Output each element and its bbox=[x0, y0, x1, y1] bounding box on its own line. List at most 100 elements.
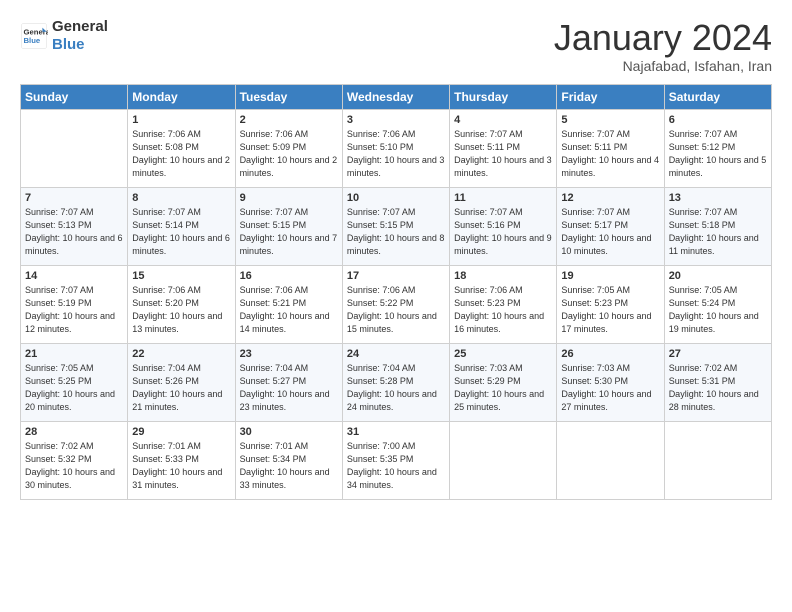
day-number: 3 bbox=[347, 114, 445, 126]
day-cell: 26 Sunrise: 7:03 AMSunset: 5:30 PMDayligh… bbox=[557, 343, 664, 421]
day-info: Sunrise: 7:05 AMSunset: 5:23 PMDaylight:… bbox=[561, 284, 659, 336]
day-number: 27 bbox=[669, 348, 767, 360]
day-info: Sunrise: 7:06 AMSunset: 5:21 PMDaylight:… bbox=[240, 284, 338, 336]
location: Najafabad, Isfahan, Iran bbox=[554, 58, 772, 74]
day-info: Sunrise: 7:04 AMSunset: 5:26 PMDaylight:… bbox=[132, 362, 230, 414]
day-info: Sunrise: 7:03 AMSunset: 5:29 PMDaylight:… bbox=[454, 362, 552, 414]
day-cell: 3Sunrise: 7:06 AMSunset: 5:10 PMDaylight… bbox=[342, 109, 449, 187]
day-cell: 30Sunrise: 7:01 AMSunset: 5:34 PMDayligh… bbox=[235, 421, 342, 499]
day-number: 11 bbox=[454, 192, 552, 204]
header-row: SundayMondayTuesdayWednesdayThursdayFrid… bbox=[21, 84, 772, 109]
day-cell: 27 Sunrise: 7:02 AMSunset: 5:31 PMDayligh… bbox=[664, 343, 771, 421]
day-info: Sunrise: 7:00 AMSunset: 5:35 PMDaylight:… bbox=[347, 440, 445, 492]
day-cell: 15Sunrise: 7:06 AMSunset: 5:20 PMDayligh… bbox=[128, 265, 235, 343]
day-number: 23 bbox=[240, 348, 338, 360]
day-cell: 22 Sunrise: 7:04 AMSunset: 5:26 PMDayligh… bbox=[128, 343, 235, 421]
day-cell: 20 Sunrise: 7:05 AMSunset: 5:24 PMDayligh… bbox=[664, 265, 771, 343]
page-container: General Blue General Blue January 2024 N… bbox=[0, 0, 792, 510]
day-number: 4 bbox=[454, 114, 552, 126]
title-block: January 2024 Najafabad, Isfahan, Iran bbox=[554, 18, 772, 74]
day-cell bbox=[557, 421, 664, 499]
day-number: 16 bbox=[240, 270, 338, 282]
day-info: Sunrise: 7:06 AMSunset: 5:23 PMDaylight:… bbox=[454, 284, 552, 336]
day-info: Sunrise: 7:07 AMSunset: 5:13 PMDaylight:… bbox=[25, 206, 123, 258]
day-number: 22 bbox=[132, 348, 230, 360]
day-info: Sunrise: 7:05 AMSunset: 5:24 PMDaylight:… bbox=[669, 284, 767, 336]
day-number: 8 bbox=[132, 192, 230, 204]
day-cell: 13Sunrise: 7:07 AMSunset: 5:18 PMDayligh… bbox=[664, 187, 771, 265]
day-info: Sunrise: 7:03 AMSunset: 5:30 PMDaylight:… bbox=[561, 362, 659, 414]
day-info: Sunrise: 7:07 AMSunset: 5:18 PMDaylight:… bbox=[669, 206, 767, 258]
day-number: 20 bbox=[669, 270, 767, 282]
week-row-2: 7 Sunrise: 7:07 AMSunset: 5:13 PMDaylight… bbox=[21, 187, 772, 265]
day-info: Sunrise: 7:07 AMSunset: 5:12 PMDaylight:… bbox=[669, 128, 767, 180]
day-number: 26 bbox=[561, 348, 659, 360]
day-cell: 21Sunrise: 7:05 AMSunset: 5:25 PMDayligh… bbox=[21, 343, 128, 421]
day-number: 19 bbox=[561, 270, 659, 282]
col-header-thursday: Thursday bbox=[450, 84, 557, 109]
day-cell: 16 Sunrise: 7:06 AMSunset: 5:21 PMDayligh… bbox=[235, 265, 342, 343]
day-cell: 5Sunrise: 7:07 AMSunset: 5:11 PMDaylight… bbox=[557, 109, 664, 187]
day-cell: 29 Sunrise: 7:01 AMSunset: 5:33 PMDayligh… bbox=[128, 421, 235, 499]
col-header-wednesday: Wednesday bbox=[342, 84, 449, 109]
day-number: 18 bbox=[454, 270, 552, 282]
day-cell: 28Sunrise: 7:02 AMSunset: 5:32 PMDayligh… bbox=[21, 421, 128, 499]
day-info: Sunrise: 7:07 AMSunset: 5:14 PMDaylight:… bbox=[132, 206, 230, 258]
week-row-4: 21Sunrise: 7:05 AMSunset: 5:25 PMDayligh… bbox=[21, 343, 772, 421]
day-number: 29 bbox=[132, 426, 230, 438]
day-info: Sunrise: 7:06 AMSunset: 5:09 PMDaylight:… bbox=[240, 128, 338, 180]
col-header-sunday: Sunday bbox=[21, 84, 128, 109]
day-cell: 17 Sunrise: 7:06 AMSunset: 5:22 PMDayligh… bbox=[342, 265, 449, 343]
day-info: Sunrise: 7:06 AMSunset: 5:08 PMDaylight:… bbox=[132, 128, 230, 180]
week-row-1: 1 Sunrise: 7:06 AMSunset: 5:08 PMDaylight… bbox=[21, 109, 772, 187]
day-cell: 9Sunrise: 7:07 AMSunset: 5:15 PMDaylight… bbox=[235, 187, 342, 265]
day-info: Sunrise: 7:07 AMSunset: 5:17 PMDaylight:… bbox=[561, 206, 659, 258]
day-cell: 7 Sunrise: 7:07 AMSunset: 5:13 PMDaylight… bbox=[21, 187, 128, 265]
day-cell: 19 Sunrise: 7:05 AMSunset: 5:23 PMDayligh… bbox=[557, 265, 664, 343]
day-number: 24 bbox=[347, 348, 445, 360]
day-cell: 18 Sunrise: 7:06 AMSunset: 5:23 PMDayligh… bbox=[450, 265, 557, 343]
day-info: Sunrise: 7:06 AMSunset: 5:20 PMDaylight:… bbox=[132, 284, 230, 336]
day-cell: 10Sunrise: 7:07 AMSunset: 5:15 PMDayligh… bbox=[342, 187, 449, 265]
day-info: Sunrise: 7:07 AMSunset: 5:19 PMDaylight:… bbox=[25, 284, 123, 336]
col-header-monday: Monday bbox=[128, 84, 235, 109]
header: General Blue General Blue January 2024 N… bbox=[20, 18, 772, 74]
day-cell: 4Sunrise: 7:07 AMSunset: 5:11 PMDaylight… bbox=[450, 109, 557, 187]
day-cell: 14 Sunrise: 7:07 AMSunset: 5:19 PMDayligh… bbox=[21, 265, 128, 343]
day-info: Sunrise: 7:01 AMSunset: 5:33 PMDaylight:… bbox=[132, 440, 230, 492]
day-number: 2 bbox=[240, 114, 338, 126]
day-number: 21 bbox=[25, 348, 123, 360]
day-number: 25 bbox=[454, 348, 552, 360]
day-cell bbox=[21, 109, 128, 187]
month-title: January 2024 bbox=[554, 18, 772, 58]
day-info: Sunrise: 7:07 AMSunset: 5:15 PMDaylight:… bbox=[240, 206, 338, 258]
week-row-5: 28Sunrise: 7:02 AMSunset: 5:32 PMDayligh… bbox=[21, 421, 772, 499]
day-number: 30 bbox=[240, 426, 338, 438]
day-cell bbox=[664, 421, 771, 499]
day-number: 6 bbox=[669, 114, 767, 126]
day-cell: 25 Sunrise: 7:03 AMSunset: 5:29 PMDayligh… bbox=[450, 343, 557, 421]
day-info: Sunrise: 7:07 AMSunset: 5:15 PMDaylight:… bbox=[347, 206, 445, 258]
day-number: 7 bbox=[25, 192, 123, 204]
logo-icon: General Blue bbox=[20, 22, 48, 50]
col-header-friday: Friday bbox=[557, 84, 664, 109]
day-cell: 23Sunrise: 7:04 AMSunset: 5:27 PMDayligh… bbox=[235, 343, 342, 421]
day-number: 17 bbox=[347, 270, 445, 282]
day-info: Sunrise: 7:04 AMSunset: 5:28 PMDaylight:… bbox=[347, 362, 445, 414]
day-number: 12 bbox=[561, 192, 659, 204]
calendar-table: SundayMondayTuesdayWednesdayThursdayFrid… bbox=[20, 84, 772, 500]
day-number: 28 bbox=[25, 426, 123, 438]
day-cell: 24 Sunrise: 7:04 AMSunset: 5:28 PMDayligh… bbox=[342, 343, 449, 421]
day-number: 14 bbox=[25, 270, 123, 282]
day-info: Sunrise: 7:07 AMSunset: 5:16 PMDaylight:… bbox=[454, 206, 552, 258]
logo-general: General bbox=[52, 18, 108, 36]
week-row-3: 14 Sunrise: 7:07 AMSunset: 5:19 PMDayligh… bbox=[21, 265, 772, 343]
day-cell: 12 Sunrise: 7:07 AMSunset: 5:17 PMDayligh… bbox=[557, 187, 664, 265]
day-cell: 8 Sunrise: 7:07 AMSunset: 5:14 PMDaylight… bbox=[128, 187, 235, 265]
day-number: 31 bbox=[347, 426, 445, 438]
logo-text: General Blue bbox=[52, 18, 108, 54]
day-info: Sunrise: 7:06 AMSunset: 5:22 PMDaylight:… bbox=[347, 284, 445, 336]
day-cell: 11 Sunrise: 7:07 AMSunset: 5:16 PMDayligh… bbox=[450, 187, 557, 265]
day-info: Sunrise: 7:02 AMSunset: 5:31 PMDaylight:… bbox=[669, 362, 767, 414]
day-number: 1 bbox=[132, 114, 230, 126]
